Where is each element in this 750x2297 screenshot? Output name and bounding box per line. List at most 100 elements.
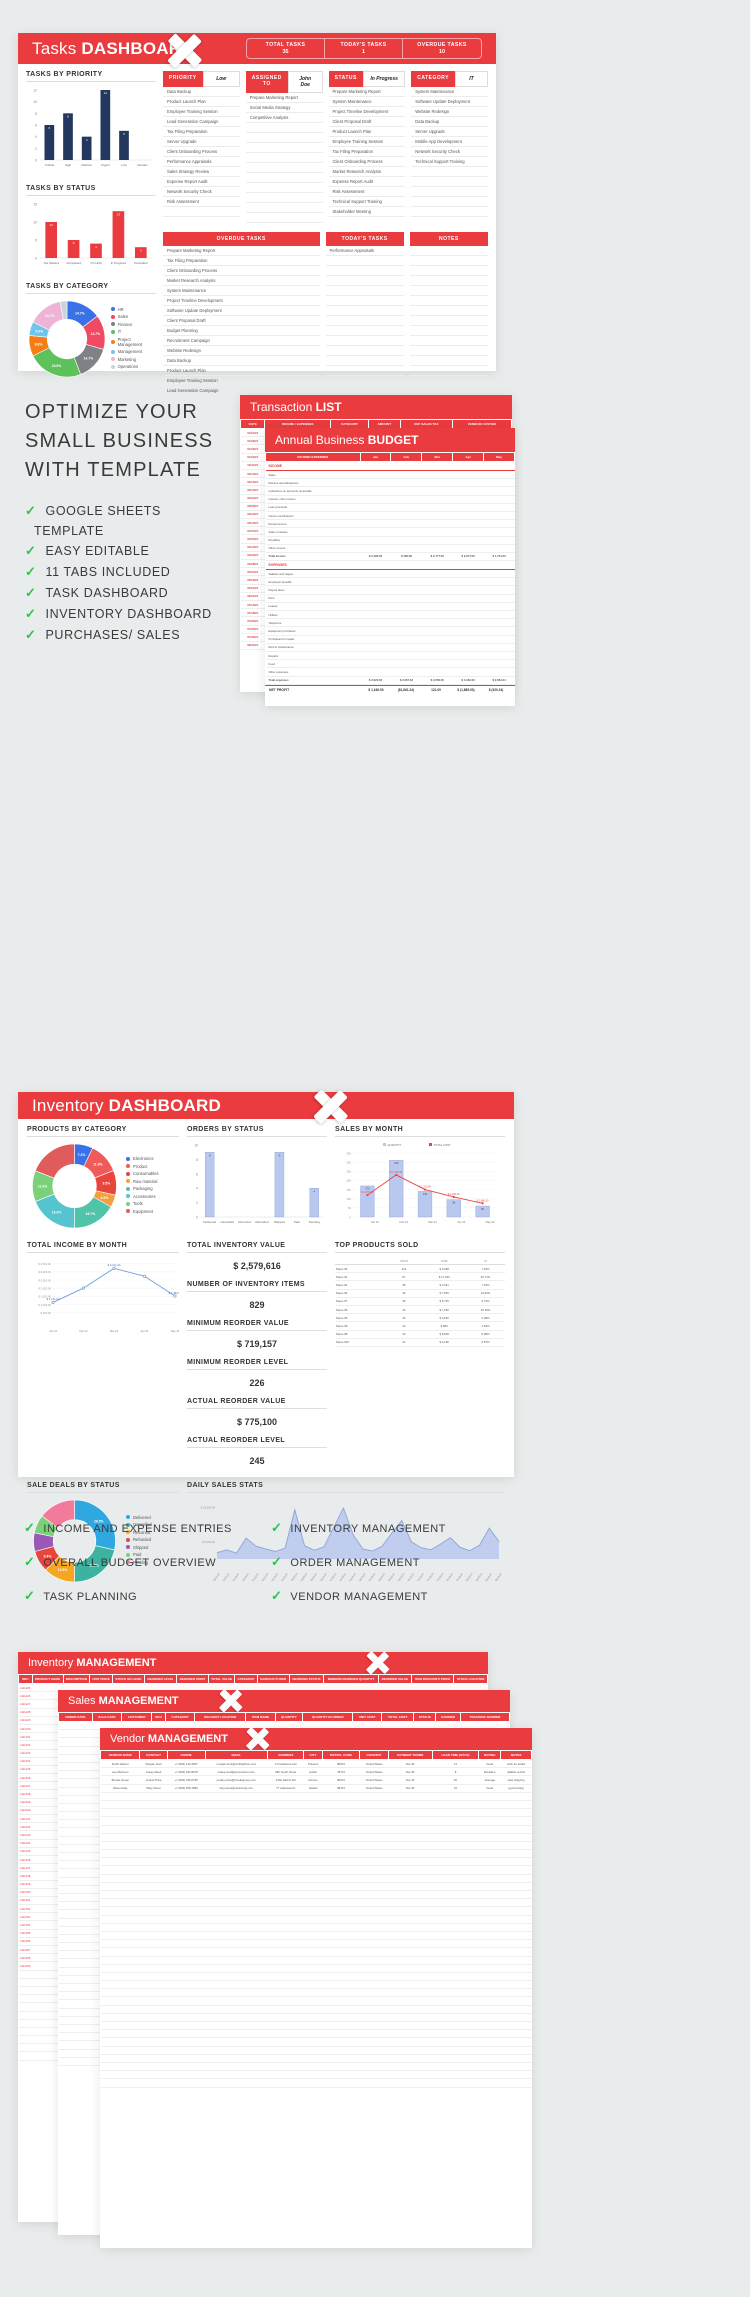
table-cell (478, 1931, 501, 1941)
table-cell: 04/20/24 (240, 551, 265, 561)
table-cell (205, 1906, 268, 1916)
table-cell (359, 1841, 389, 1851)
table-cell: 05/21/24 (240, 584, 265, 593)
table-cell (139, 1988, 168, 1998)
title-light: Inventory (32, 1095, 109, 1115)
table-cell (421, 585, 453, 595)
table-cell (267, 2070, 304, 2080)
table-cell (322, 1882, 360, 1892)
table-cell (205, 2062, 268, 2072)
table-row (100, 1923, 532, 1932)
table-cell (500, 1915, 532, 1924)
table-cell (58, 1901, 93, 1911)
table-cell (18, 2035, 32, 2045)
table-cell: $ 8,609 (422, 1330, 467, 1339)
svg-text:Refunded: Refunded (255, 1220, 268, 1224)
table-header-row: SKU PRODUCT NAME DESCRIPTION UNIT PRICE STOC… (18, 1674, 488, 1684)
table-cell (58, 1942, 93, 1952)
table-cell: 01/01/24 (240, 428, 265, 438)
total-income-title: TOTAL INCOME BY MONTH (27, 1242, 179, 1253)
panel-filter-value[interactable]: In Progress (363, 71, 406, 87)
svg-text:10: 10 (33, 221, 37, 225)
table-cell: 9.72% (466, 1297, 505, 1306)
table-cell (205, 1792, 268, 1801)
tasks-dashboard-header: Tasks DASHBOARD TOTAL TASKS 35 TODAY'S T… (18, 33, 496, 64)
panel-filter-value[interactable]: IT (455, 71, 488, 87)
table-cell: $ 2,664.24 (483, 675, 515, 685)
svg-text:$ 2,500.00: $ 2,500.00 (38, 1278, 51, 1282)
table-cell (267, 1800, 304, 1810)
legend-label: Operations (117, 364, 139, 369)
inventory-stats-grid: TOTAL INVENTORY VALUE $ 2,579,616 NUMBER O… (187, 1242, 327, 1470)
table-cell: 78701 (322, 1767, 360, 1777)
sales-by-month-chart: 050100150200250300350170Jan 24310Feb 241… (346, 1143, 497, 1224)
products-by-category-donut: 7.1% 11.9% 9.5% 4.8% 16.7% 19.0% 11.9% (32, 1143, 117, 1229)
table-row: Utilities (265, 610, 515, 620)
table-cell (500, 1972, 532, 1982)
svg-text:Feb 24: Feb 24 (400, 1220, 409, 1224)
table-cell (100, 1980, 140, 1990)
table-cell: casey.reed@leemorrison.com (205, 1767, 268, 1777)
table-cell (432, 1915, 479, 1924)
table-row: Other expenses (265, 667, 515, 677)
table-cell (500, 1898, 532, 1908)
table-cell (139, 1972, 168, 1982)
promo-block: OPTIMIZE YOUR SMALL BUSINESS WITH TEMPLA… (25, 398, 265, 648)
table-cell: 03/10/24 (240, 510, 265, 520)
list-item: Data Backup (163, 87, 240, 97)
table-cell: 7.01% (466, 1280, 505, 1290)
table-cell (500, 1906, 532, 1916)
table-cell: Name #6 (335, 1305, 386, 1315)
panel-filter-value[interactable]: John Doe (287, 71, 323, 93)
legend-item: HR (110, 307, 156, 312)
stat-label: TOTAL INVENTORY VALUE (187, 1242, 327, 1253)
table-cell: 1111244 (18, 1839, 32, 1848)
table-cell: good pricing (500, 1784, 532, 1793)
table-cell (478, 1833, 501, 1842)
table-cell (359, 1923, 389, 1932)
table-cell (388, 1915, 433, 1924)
table-cell (478, 1792, 501, 1801)
table-cell (388, 2013, 433, 2023)
table-cell (58, 1991, 93, 2001)
table-cell (205, 1849, 268, 1859)
table-cell: 1111227 (18, 1699, 32, 1709)
table-cell (322, 1939, 360, 1949)
table-cell (58, 1868, 93, 1878)
list-item (245, 193, 323, 203)
panel-rows (409, 246, 488, 396)
table-cell (322, 2046, 360, 2055)
column-header: CARRIER (435, 1712, 461, 1722)
products-by-category-title: PRODUCTS BY CATEGORY (27, 1126, 179, 1137)
legend-swatch (126, 1179, 130, 1183)
promo-bullet-label: INVENTORY DASHBOARD (45, 607, 212, 621)
svg-text:TOTAL COST: TOTAL COST (434, 1143, 451, 1147)
table-cell (421, 511, 453, 521)
panel-filter-value[interactable]: Low (202, 71, 240, 87)
column-header: NOTES (500, 1750, 532, 1760)
table-cell: Casey Reed (139, 1767, 168, 1777)
table-cell (267, 2054, 304, 2063)
list-item (245, 203, 323, 213)
table-row: Sales (265, 470, 515, 480)
table-cell (432, 1947, 479, 1957)
table-cell (167, 1792, 206, 1801)
table-cell (478, 2062, 501, 2072)
table-cell: 1111226 (18, 1691, 32, 1701)
table-cell (500, 1857, 532, 1867)
svg-text:300: 300 (346, 1160, 351, 1164)
vendor-management-card: Vendor MANAGEMENT VENDOR NAME CONTACT PHON… (99, 1728, 532, 2248)
table-cell (18, 1970, 32, 1979)
table-cell (167, 1996, 206, 2006)
table-cell (483, 486, 515, 496)
budget-header: Annual Business BUDGET (265, 428, 515, 452)
table-cell: 04/05/24 (240, 534, 265, 544)
table-cell (167, 1841, 206, 1851)
inventory-dashboard-card: Inventory DASHBOARD PRODUCTS BY CATEGORY… (18, 1092, 514, 1583)
title-bold: MANAGEMENT (147, 1733, 228, 1745)
table-cell (303, 1906, 323, 1916)
stat-label: NUMBER OF INVENTORY ITEMS (187, 1281, 327, 1292)
table-cell (421, 478, 453, 488)
svg-text:$ 1,210.00: $ 1,210.00 (419, 1186, 431, 1189)
panel-assigned-to: ASSIGNED TO John Doe Prepare Marketing R… (245, 71, 323, 223)
